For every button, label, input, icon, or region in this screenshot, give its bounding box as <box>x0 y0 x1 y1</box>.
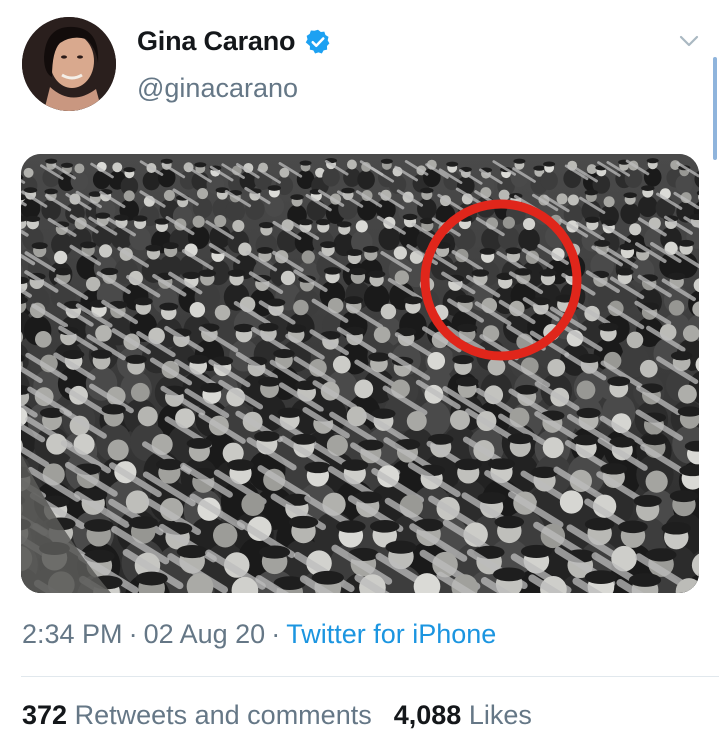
chevron-down-icon[interactable] <box>678 33 700 49</box>
tweet-detail: Gina Carano @ginacarano 2:34 PM · 02 Aug… <box>0 0 719 754</box>
avatar-image <box>22 17 116 111</box>
retweets-label: Retweets and comments <box>74 700 372 730</box>
verified-badge-icon <box>304 28 332 56</box>
separator-dot: · <box>128 619 138 649</box>
author-name-row[interactable]: Gina Carano <box>137 26 332 57</box>
tweet-time[interactable]: 2:34 PM <box>22 619 123 649</box>
author-handle[interactable]: @ginacarano <box>137 73 298 104</box>
separator-dot: · <box>271 619 281 649</box>
author-display-name[interactable]: Gina Carano <box>137 26 296 57</box>
tweet-source-link[interactable]: Twitter for iPhone <box>286 619 496 649</box>
tweet-timestamp: 2:34 PM · 02 Aug 20 · Twitter for iPhone <box>22 619 496 650</box>
scrollbar-thumb[interactable] <box>713 57 717 160</box>
tweet-photo[interactable] <box>21 154 699 593</box>
likes-stat[interactable]: 4,088 Likes <box>394 700 532 731</box>
retweets-count: 372 <box>22 700 68 730</box>
avatar[interactable] <box>22 17 116 111</box>
likes-count: 4,088 <box>393 700 462 730</box>
tweet-date[interactable]: 02 Aug 20 <box>144 619 266 649</box>
divider <box>21 676 719 677</box>
retweets-stat[interactable]: 372 Retweets and comments <box>22 700 372 731</box>
likes-label: Likes <box>468 700 532 730</box>
crowd-photo-image <box>21 154 699 593</box>
tweet-stats: 372 Retweets and comments 4,088 Likes <box>22 700 532 731</box>
